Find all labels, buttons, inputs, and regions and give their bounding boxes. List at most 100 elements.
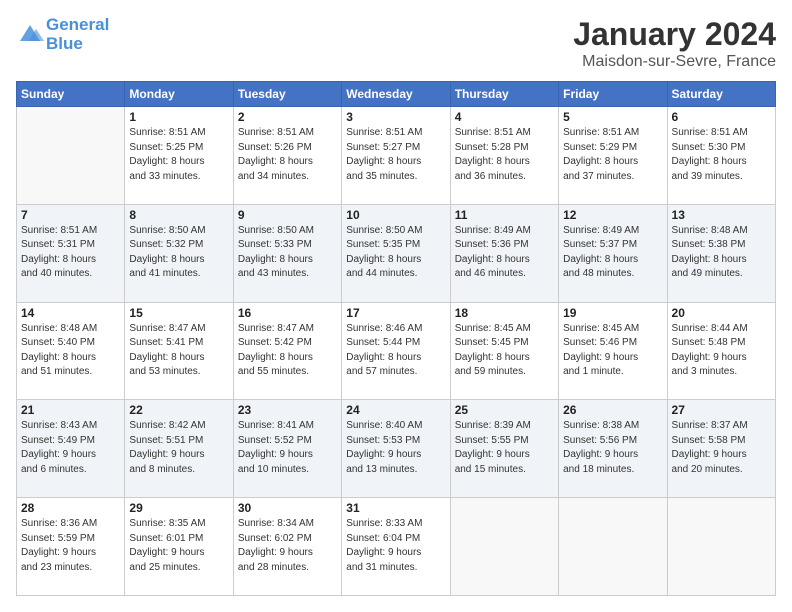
- day-cell: 28Sunrise: 8:36 AM Sunset: 5:59 PM Dayli…: [17, 498, 125, 596]
- day-info: Sunrise: 8:51 AM Sunset: 5:28 PM Dayligh…: [455, 126, 554, 184]
- day-info: Sunrise: 8:51 AM Sunset: 5:26 PM Dayligh…: [238, 126, 337, 184]
- col-header-saturday: Saturday: [667, 82, 775, 107]
- day-info: Sunrise: 8:44 AM Sunset: 5:48 PM Dayligh…: [672, 322, 771, 380]
- logo-icon: [16, 21, 44, 49]
- day-cell: [559, 498, 667, 596]
- day-info: Sunrise: 8:49 AM Sunset: 5:37 PM Dayligh…: [563, 224, 662, 282]
- day-cell: 10 Sunrise: 8:50 AM Sunset: 5:35 PM Dayli…: [342, 204, 450, 302]
- day-number: 30: [238, 501, 337, 515]
- day-info: Sunrise: 8:42 AM Sunset: 5:51 PM Dayligh…: [129, 419, 228, 477]
- col-header-sunday: Sunday: [17, 82, 125, 107]
- day-number: 27: [672, 403, 771, 417]
- day-number: 2: [238, 110, 337, 124]
- day-cell: 11 Sunrise: 8:49 AM Sunset: 5:36 PM Dayli…: [450, 204, 558, 302]
- day-info: Sunrise: 8:37 AM Sunset: 5:58 PM Dayligh…: [672, 419, 771, 477]
- logo: General Blue: [16, 16, 109, 53]
- day-number: 10: [346, 208, 445, 222]
- calendar-header-row: SundayMondayTuesdayWednesdayThursdayFrid…: [17, 82, 776, 107]
- day-info: Sunrise: 8:33 AM Sunset: 6:04 PM Dayligh…: [346, 517, 445, 575]
- day-info: Sunrise: 8:51 AM Sunset: 5:25 PM Dayligh…: [129, 126, 228, 184]
- day-info: Sunrise: 8:47 AM Sunset: 5:42 PM Dayligh…: [238, 322, 337, 380]
- day-cell: 8 Sunrise: 8:50 AM Sunset: 5:32 PM Daylig…: [125, 204, 233, 302]
- day-cell: 26 Sunrise: 8:38 AM Sunset: 5:56 PM Dayli…: [559, 400, 667, 498]
- day-cell: 22 Sunrise: 8:42 AM Sunset: 5:51 PM Dayli…: [125, 400, 233, 498]
- day-cell: 30 Sunrise: 8:34 AM Sunset: 6:02 PM Dayli…: [233, 498, 341, 596]
- header: General Blue January 2024 Maisdon-sur-Se…: [16, 16, 776, 71]
- title-block: January 2024 Maisdon-sur-Sevre, France: [573, 16, 776, 71]
- week-row-4: 21 Sunrise: 8:43 AM Sunset: 5:49 PM Dayli…: [17, 400, 776, 498]
- day-number: 8: [129, 208, 228, 222]
- logo-text: General Blue: [46, 16, 109, 53]
- day-number: 17: [346, 306, 445, 320]
- day-cell: 17Sunrise: 8:46 AM Sunset: 5:44 PM Dayli…: [342, 302, 450, 400]
- day-cell: [667, 498, 775, 596]
- day-info: Sunrise: 8:51 AM Sunset: 5:30 PM Dayligh…: [672, 126, 771, 184]
- day-cell: 25 Sunrise: 8:39 AM Sunset: 5:55 PM Dayli…: [450, 400, 558, 498]
- day-number: 18: [455, 306, 554, 320]
- day-info: Sunrise: 8:39 AM Sunset: 5:55 PM Dayligh…: [455, 419, 554, 477]
- day-cell: 24Sunrise: 8:40 AM Sunset: 5:53 PM Dayli…: [342, 400, 450, 498]
- day-info: Sunrise: 8:49 AM Sunset: 5:36 PM Dayligh…: [455, 224, 554, 282]
- day-info: Sunrise: 8:45 AM Sunset: 5:46 PM Dayligh…: [563, 322, 662, 380]
- day-number: 20: [672, 306, 771, 320]
- main-title: January 2024: [573, 16, 776, 53]
- day-number: 7: [21, 208, 120, 222]
- day-info: Sunrise: 8:51 AM Sunset: 5:31 PM Dayligh…: [21, 224, 120, 282]
- day-number: 12: [563, 208, 662, 222]
- day-cell: 16 Sunrise: 8:47 AM Sunset: 5:42 PM Dayli…: [233, 302, 341, 400]
- week-row-5: 28Sunrise: 8:36 AM Sunset: 5:59 PM Dayli…: [17, 498, 776, 596]
- col-header-thursday: Thursday: [450, 82, 558, 107]
- day-cell: 5 Sunrise: 8:51 AM Sunset: 5:29 PM Daylig…: [559, 107, 667, 205]
- day-number: 21: [21, 403, 120, 417]
- day-cell: 4 Sunrise: 8:51 AM Sunset: 5:28 PM Daylig…: [450, 107, 558, 205]
- day-info: Sunrise: 8:51 AM Sunset: 5:27 PM Dayligh…: [346, 126, 445, 184]
- day-number: 22: [129, 403, 228, 417]
- day-info: Sunrise: 8:41 AM Sunset: 5:52 PM Dayligh…: [238, 419, 337, 477]
- day-cell: [17, 107, 125, 205]
- day-info: Sunrise: 8:50 AM Sunset: 5:33 PM Dayligh…: [238, 224, 337, 282]
- day-number: 19: [563, 306, 662, 320]
- day-number: 6: [672, 110, 771, 124]
- week-row-3: 14Sunrise: 8:48 AM Sunset: 5:40 PM Dayli…: [17, 302, 776, 400]
- day-info: Sunrise: 8:50 AM Sunset: 5:35 PM Dayligh…: [346, 224, 445, 282]
- day-cell: 20 Sunrise: 8:44 AM Sunset: 5:48 PM Dayli…: [667, 302, 775, 400]
- day-number: 3: [346, 110, 445, 124]
- day-number: 4: [455, 110, 554, 124]
- day-cell: 14Sunrise: 8:48 AM Sunset: 5:40 PM Dayli…: [17, 302, 125, 400]
- day-info: Sunrise: 8:34 AM Sunset: 6:02 PM Dayligh…: [238, 517, 337, 575]
- col-header-monday: Monday: [125, 82, 233, 107]
- day-number: 1: [129, 110, 228, 124]
- day-cell: 1 Sunrise: 8:51 AM Sunset: 5:25 PM Daylig…: [125, 107, 233, 205]
- day-cell: 31Sunrise: 8:33 AM Sunset: 6:04 PM Dayli…: [342, 498, 450, 596]
- day-number: 15: [129, 306, 228, 320]
- day-number: 5: [563, 110, 662, 124]
- day-cell: 27 Sunrise: 8:37 AM Sunset: 5:58 PM Dayli…: [667, 400, 775, 498]
- day-cell: 12 Sunrise: 8:49 AM Sunset: 5:37 PM Dayli…: [559, 204, 667, 302]
- day-number: 16: [238, 306, 337, 320]
- day-number: 29: [129, 501, 228, 515]
- day-cell: 21 Sunrise: 8:43 AM Sunset: 5:49 PM Dayli…: [17, 400, 125, 498]
- day-number: 23: [238, 403, 337, 417]
- day-number: 25: [455, 403, 554, 417]
- day-info: Sunrise: 8:51 AM Sunset: 5:29 PM Dayligh…: [563, 126, 662, 184]
- day-number: 11: [455, 208, 554, 222]
- day-cell: 29Sunrise: 8:35 AM Sunset: 6:01 PM Dayli…: [125, 498, 233, 596]
- day-cell: 13 Sunrise: 8:48 AM Sunset: 5:38 PM Dayli…: [667, 204, 775, 302]
- day-cell: [450, 498, 558, 596]
- day-info: Sunrise: 8:38 AM Sunset: 5:56 PM Dayligh…: [563, 419, 662, 477]
- day-cell: 15Sunrise: 8:47 AM Sunset: 5:41 PM Dayli…: [125, 302, 233, 400]
- week-row-2: 7 Sunrise: 8:51 AM Sunset: 5:31 PM Daylig…: [17, 204, 776, 302]
- day-number: 9: [238, 208, 337, 222]
- day-cell: 18Sunrise: 8:45 AM Sunset: 5:45 PM Dayli…: [450, 302, 558, 400]
- day-number: 14: [21, 306, 120, 320]
- day-number: 13: [672, 208, 771, 222]
- day-info: Sunrise: 8:36 AM Sunset: 5:59 PM Dayligh…: [21, 517, 120, 575]
- day-info: Sunrise: 8:48 AM Sunset: 5:38 PM Dayligh…: [672, 224, 771, 282]
- col-header-tuesday: Tuesday: [233, 82, 341, 107]
- calendar-table: SundayMondayTuesdayWednesdayThursdayFrid…: [16, 81, 776, 596]
- day-info: Sunrise: 8:43 AM Sunset: 5:49 PM Dayligh…: [21, 419, 120, 477]
- day-cell: 7 Sunrise: 8:51 AM Sunset: 5:31 PM Daylig…: [17, 204, 125, 302]
- day-info: Sunrise: 8:50 AM Sunset: 5:32 PM Dayligh…: [129, 224, 228, 282]
- day-number: 26: [563, 403, 662, 417]
- week-row-1: 1 Sunrise: 8:51 AM Sunset: 5:25 PM Daylig…: [17, 107, 776, 205]
